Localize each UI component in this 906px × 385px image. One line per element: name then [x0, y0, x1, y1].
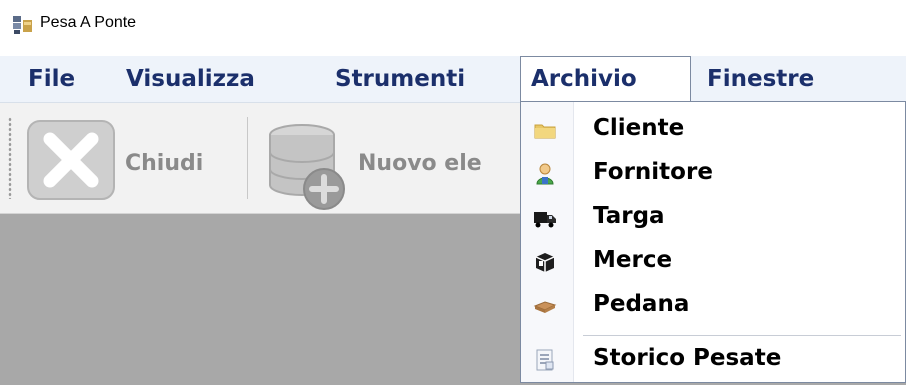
menu-item-targa[interactable]: Targa: [521, 196, 905, 240]
menu-item-pedana-label: Pedana: [593, 291, 690, 317]
new-database-icon: [269, 124, 345, 210]
menu-separator: [583, 335, 901, 336]
menu-item-storico-pesate-label: Storico Pesate: [593, 345, 782, 371]
new-element-button[interactable]: Nuovo ele: [258, 111, 520, 210]
archivio-dropdown-menu: Cliente Fornitore Targa Merce Pedana Sto…: [520, 101, 906, 383]
truck-icon: [534, 212, 556, 228]
scale-app-icon: [13, 16, 32, 34]
menu-strumenti[interactable]: Strumenti: [325, 56, 475, 102]
window-title: Pesa A Ponte: [40, 14, 137, 31]
menu-item-pedana[interactable]: Pedana: [521, 284, 905, 328]
folder-icon: [534, 124, 556, 139]
menu-item-merce[interactable]: Merce: [521, 240, 905, 284]
pallet-icon: [533, 301, 557, 313]
box-icon: [535, 253, 555, 272]
menu-file[interactable]: File: [18, 56, 85, 102]
toolbar-separator: [247, 117, 248, 199]
history-icon: [536, 349, 554, 371]
person-icon: [536, 163, 554, 185]
menu-item-fornitore[interactable]: Fornitore: [521, 152, 905, 196]
menu-item-cliente-label: Cliente: [593, 115, 685, 141]
menu-item-targa-label: Targa: [593, 203, 665, 229]
menu-item-storico-pesate[interactable]: Storico Pesate: [521, 338, 905, 382]
menu-item-cliente[interactable]: Cliente: [521, 108, 905, 152]
menu-archivio[interactable]: Archivio: [520, 56, 691, 103]
toolbar-grip[interactable]: [8, 117, 12, 199]
close-x-icon: [27, 120, 115, 200]
menu-item-fornitore-label: Fornitore: [593, 159, 713, 185]
close-button[interactable]: Chiudi: [20, 111, 240, 205]
close-button-label: Chiudi: [125, 151, 204, 176]
new-element-button-label: Nuovo ele: [358, 151, 482, 176]
menu-visualizza[interactable]: Visualizza: [116, 56, 265, 102]
title-bar: Pesa A Ponte: [0, 0, 906, 56]
menu-finestre[interactable]: Finestre: [697, 56, 824, 102]
menu-item-merce-label: Merce: [593, 247, 673, 273]
